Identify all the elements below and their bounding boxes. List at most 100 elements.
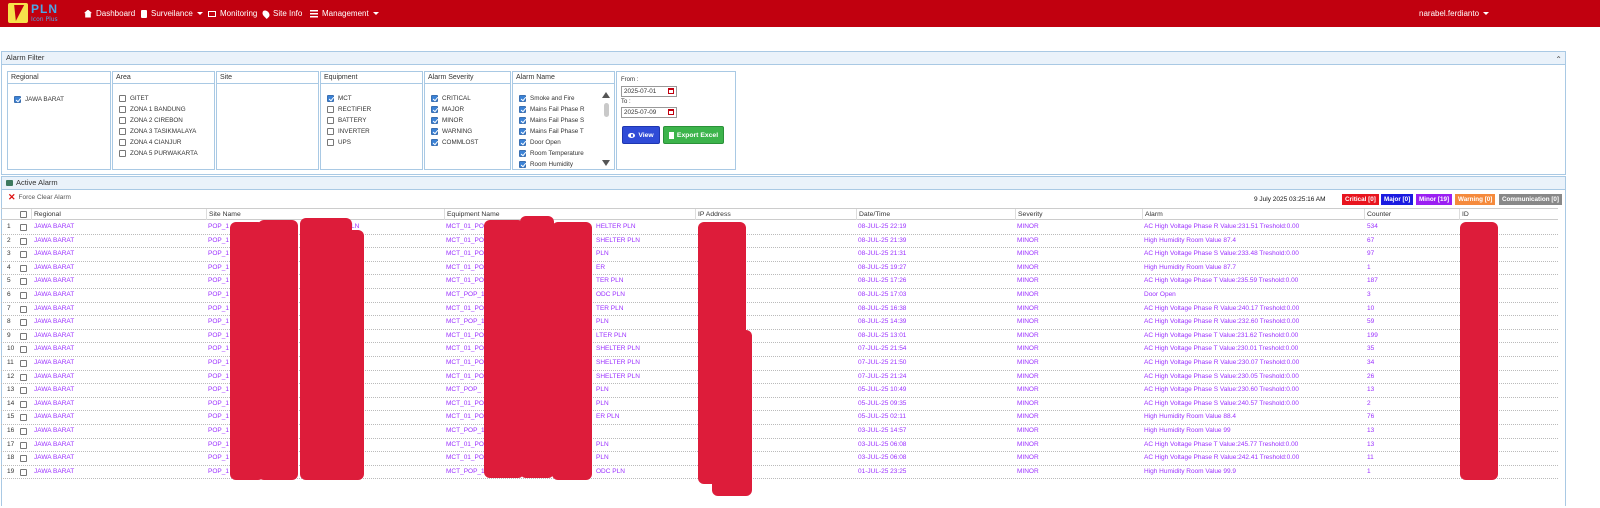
cell-site-name[interactable]: POP_1 bbox=[208, 413, 229, 420]
checkbox[interactable] bbox=[431, 106, 438, 113]
warning-count-badge[interactable]: Warning [0] bbox=[1455, 194, 1496, 205]
cell-equipment-name[interactable]: MCT_01_PO bbox=[446, 373, 484, 380]
alarm-name-option[interactable]: Mains Fail Phase R bbox=[519, 106, 585, 113]
alarm-name-option[interactable]: Mains Fail Phase S bbox=[519, 117, 584, 124]
row-checkbox[interactable] bbox=[20, 224, 27, 231]
row-checkbox[interactable] bbox=[20, 264, 27, 272]
checkbox[interactable] bbox=[519, 150, 526, 157]
cell-site-name[interactable]: POP_1 bbox=[208, 305, 229, 312]
checkbox[interactable] bbox=[119, 117, 126, 124]
equipment-option[interactable]: INVERTER bbox=[327, 128, 370, 135]
row-checkbox[interactable] bbox=[20, 400, 27, 408]
area-option[interactable]: ZONA 3 TASIKMALAYA bbox=[119, 128, 196, 135]
scroll-up-icon[interactable] bbox=[602, 92, 610, 98]
cell-site-name[interactable]: POP_1 bbox=[208, 386, 229, 393]
checkbox[interactable] bbox=[119, 139, 126, 146]
row-checkbox[interactable] bbox=[20, 319, 27, 327]
cell-equipment-name[interactable]: MCT_01_PO bbox=[446, 441, 484, 448]
row-checkbox[interactable] bbox=[20, 455, 27, 463]
checkbox[interactable] bbox=[119, 128, 126, 135]
checkbox[interactable] bbox=[119, 95, 126, 102]
nav-surveilance[interactable]: Surveilance bbox=[141, 9, 203, 18]
area-option[interactable]: ZONA 2 CIREBON bbox=[119, 117, 183, 124]
col-site-name[interactable]: Site Name bbox=[206, 209, 241, 220]
severity-option[interactable]: CRITICAL bbox=[431, 95, 471, 102]
severity-option[interactable]: MINOR bbox=[431, 117, 463, 124]
scrollbar-thumb[interactable] bbox=[604, 103, 609, 117]
col-ip-address[interactable]: IP Address bbox=[695, 209, 731, 220]
cell-site-name[interactable]: POP_1 bbox=[208, 454, 229, 461]
cell-site-name[interactable]: POP_1 bbox=[208, 237, 229, 244]
row-checkbox[interactable] bbox=[20, 278, 27, 286]
nav-site-info[interactable]: Site Info bbox=[261, 8, 302, 19]
checkbox[interactable] bbox=[327, 128, 334, 135]
collapse-icon[interactable]: ⌃ bbox=[1555, 54, 1562, 66]
cell-site-name[interactable]: POP_1 bbox=[208, 318, 229, 325]
checkbox[interactable] bbox=[327, 95, 334, 102]
calendar-icon[interactable] bbox=[668, 88, 674, 94]
checkbox[interactable] bbox=[14, 96, 21, 103]
view-button[interactable]: View bbox=[622, 126, 660, 144]
pln-logo[interactable] bbox=[8, 3, 28, 23]
cell-site-name[interactable]: POP_1 bbox=[208, 373, 229, 380]
nav-dashboard[interactable]: Dashboard bbox=[84, 9, 135, 18]
col-regional[interactable]: Regional bbox=[31, 209, 61, 220]
cell-site-name[interactable]: POP_1 bbox=[208, 441, 229, 448]
row-checkbox[interactable] bbox=[20, 414, 27, 422]
nav-management[interactable]: Management bbox=[310, 9, 379, 18]
equipment-option[interactable]: UPS bbox=[327, 139, 351, 146]
checkbox[interactable] bbox=[519, 95, 526, 102]
row-checkbox[interactable] bbox=[20, 346, 27, 354]
row-checkbox[interactable] bbox=[20, 332, 27, 340]
cell-equipment-name[interactable]: MCT_01_PO bbox=[446, 400, 484, 407]
checkbox[interactable] bbox=[119, 150, 126, 157]
area-option[interactable]: GITET bbox=[119, 95, 149, 102]
cell-site-name[interactable]: POP_1 bbox=[208, 332, 229, 339]
cell-site-name[interactable]: POP_1 bbox=[208, 400, 229, 407]
checkbox[interactable] bbox=[431, 95, 438, 102]
alarm-name-option[interactable]: Mains Fail Phase T bbox=[519, 128, 584, 135]
severity-option[interactable]: WARNING bbox=[431, 128, 472, 135]
col-severity[interactable]: Severity bbox=[1015, 209, 1043, 220]
row-checkbox[interactable] bbox=[20, 237, 27, 245]
row-checkbox[interactable] bbox=[20, 251, 27, 259]
checkbox[interactable] bbox=[327, 139, 334, 146]
cell-site-name[interactable]: POP_1 bbox=[208, 345, 229, 352]
major-count-badge[interactable]: Major [0] bbox=[1381, 194, 1414, 205]
equipment-option[interactable]: RECTIFIER bbox=[327, 106, 371, 113]
checkbox[interactable] bbox=[327, 117, 334, 124]
col-datetime[interactable]: Date/Time bbox=[856, 209, 890, 220]
row-checkbox[interactable] bbox=[20, 305, 27, 313]
checkbox[interactable] bbox=[119, 106, 126, 113]
cell-equipment-name[interactable]: MCT_01_PO bbox=[446, 345, 484, 352]
checkbox[interactable] bbox=[519, 161, 526, 168]
cell-equipment-name[interactable]: MCT_POP_1 bbox=[446, 291, 485, 298]
cell-equipment-name[interactable]: MCT_01_PO bbox=[446, 305, 484, 312]
checkbox[interactable] bbox=[519, 128, 526, 135]
minor-count-badge[interactable]: Minor [19] bbox=[1416, 194, 1453, 205]
row-checkbox[interactable] bbox=[20, 387, 27, 395]
row-checkbox[interactable] bbox=[20, 468, 27, 476]
checkbox[interactable] bbox=[519, 139, 526, 146]
user-menu[interactable]: narabel.ferdianto bbox=[1419, 9, 1490, 18]
area-option[interactable]: ZONA 4 CIANJUR bbox=[119, 139, 181, 146]
checkbox[interactable] bbox=[519, 117, 526, 124]
row-checkbox[interactable] bbox=[20, 441, 27, 449]
cell-equipment-name[interactable]: MCT_POP_ bbox=[446, 386, 481, 393]
cell-equipment-name[interactable]: MCT_01_PO bbox=[446, 277, 484, 284]
cell-equipment-name[interactable]: MCT_01_PO bbox=[446, 454, 484, 461]
col-id[interactable]: ID bbox=[1459, 209, 1469, 220]
checkbox[interactable] bbox=[431, 117, 438, 124]
equipment-option[interactable]: BATTERY bbox=[327, 117, 366, 124]
cell-site-name[interactable]: POP_1 bbox=[208, 250, 229, 257]
col-equipment-name[interactable]: Equipment Name bbox=[444, 209, 500, 220]
cell-site-name[interactable]: POP_1 bbox=[208, 359, 229, 366]
cell-site-name[interactable]: POP_1 bbox=[208, 223, 229, 230]
area-option[interactable]: ZONA 5 PURWAKARTA bbox=[119, 150, 198, 157]
cell-equipment-name[interactable]: MCT_01_PO bbox=[446, 359, 484, 366]
cell-equipment-name[interactable]: MCT_01_PO bbox=[446, 413, 484, 420]
cell-site-name[interactable]: POP_1 bbox=[208, 468, 229, 475]
row-checkbox[interactable] bbox=[20, 292, 27, 299]
cell-equipment-name[interactable]: MCT_POP_1 bbox=[446, 318, 485, 325]
regional-option[interactable]: JAWA BARAT bbox=[14, 96, 64, 103]
